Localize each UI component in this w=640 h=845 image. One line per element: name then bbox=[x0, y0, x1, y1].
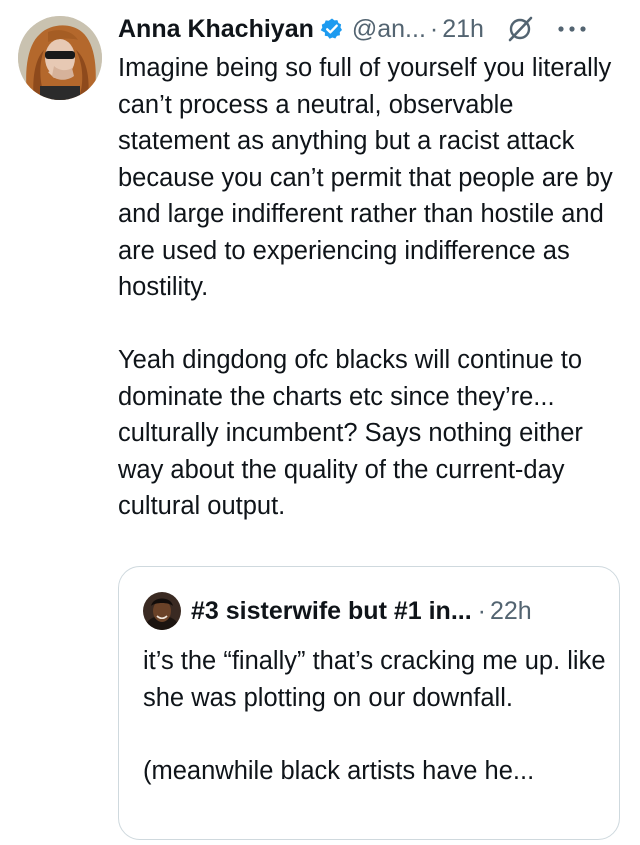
tweet-header: Anna Khachiyan @an... · 21h bbox=[118, 12, 628, 46]
timestamp[interactable]: 21h bbox=[442, 15, 484, 44]
quoted-author-name[interactable]: #3 sisterwife but #1 in... bbox=[191, 597, 472, 626]
quoted-paragraph: (meanwhile black artists have he... bbox=[143, 756, 535, 785]
grok-icon[interactable] bbox=[506, 15, 534, 43]
quoted-paragraph: it’s the “finally” that’s cracking me up… bbox=[143, 647, 606, 712]
tweet[interactable]: Anna Khachiyan @an... · 21h Imagine bein… bbox=[0, 0, 640, 845]
verified-badge-icon[interactable] bbox=[320, 17, 344, 41]
separator-dot: · bbox=[429, 14, 439, 43]
profile-photo-avatar bbox=[143, 592, 181, 630]
more-dots-icon[interactable] bbox=[556, 15, 588, 43]
author-avatar[interactable] bbox=[18, 16, 102, 100]
tweet-text: Imagine being so full of yourself you li… bbox=[118, 50, 628, 525]
tweet-paragraph: Imagine being so full of yourself you li… bbox=[118, 54, 613, 301]
tweet-paragraph: Yeah dingdong ofc blacks will continue t… bbox=[118, 346, 583, 520]
quoted-timestamp[interactable]: 22h bbox=[490, 597, 532, 626]
profile-photo-avatar bbox=[18, 16, 102, 100]
separator-dot: · bbox=[477, 596, 486, 625]
author-name[interactable]: Anna Khachiyan bbox=[118, 15, 314, 44]
quoted-tweet-text: it’s the “finally” that’s cracking me up… bbox=[143, 643, 613, 789]
quoted-author-avatar[interactable] bbox=[143, 592, 181, 630]
quoted-tweet-header: #3 sisterwife but #1 in... · 22h bbox=[143, 591, 603, 631]
quoted-tweet[interactable]: #3 sisterwife but #1 in... · 22h it’s th… bbox=[118, 566, 620, 840]
author-handle[interactable]: @an... bbox=[352, 15, 426, 44]
